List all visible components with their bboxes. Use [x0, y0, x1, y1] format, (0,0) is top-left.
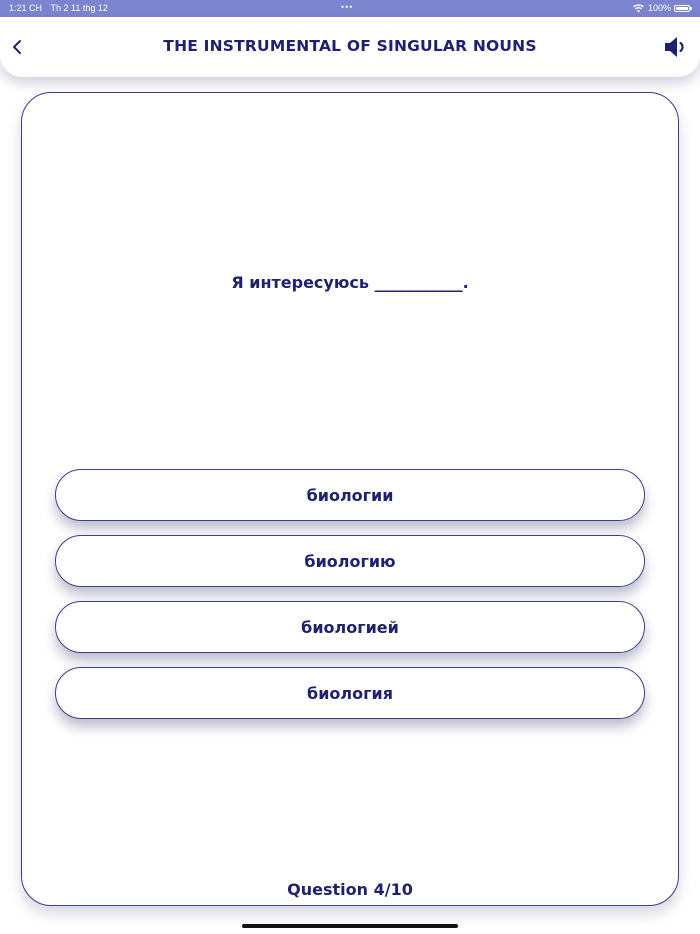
battery-icon — [674, 4, 692, 12]
wifi-icon — [633, 3, 644, 13]
speaker-button[interactable] — [664, 34, 688, 60]
status-date: Th 2 11 thg 12 — [50, 3, 108, 13]
answer-option-4[interactable]: биология — [55, 667, 645, 719]
status-bar: 1:21 CH Th 2 11 thg 12 ••• 100% — [0, 0, 700, 17]
answer-option-2[interactable]: биологию — [55, 535, 645, 587]
answer-option-3[interactable]: биологией — [55, 601, 645, 653]
home-indicator[interactable] — [242, 924, 458, 928]
battery-percent: 100% — [647, 3, 671, 13]
multitasking-dots[interactable]: ••• — [341, 2, 353, 12]
answer-list: биологии биологию биологией биология — [55, 469, 645, 733]
status-time: 1:21 CH — [9, 3, 43, 13]
question-text: Я интересуюсь ___________. — [231, 273, 469, 292]
answer-option-1[interactable]: биологии — [55, 469, 645, 521]
question-card: Я интересуюсь ___________. биологии биол… — [21, 92, 679, 906]
header-bar: THE INSTRUMENTAL OF SINGULAR NOUNS — [0, 17, 700, 77]
page-title: THE INSTRUMENTAL OF SINGULAR NOUNS — [163, 37, 537, 55]
question-progress: Question 4/10 — [287, 880, 413, 899]
speaker-icon — [664, 37, 688, 64]
status-left: 1:21 CH Th 2 11 thg 12 — [9, 3, 108, 13]
battery-fill — [676, 6, 688, 10]
status-right: 100% — [633, 3, 692, 13]
